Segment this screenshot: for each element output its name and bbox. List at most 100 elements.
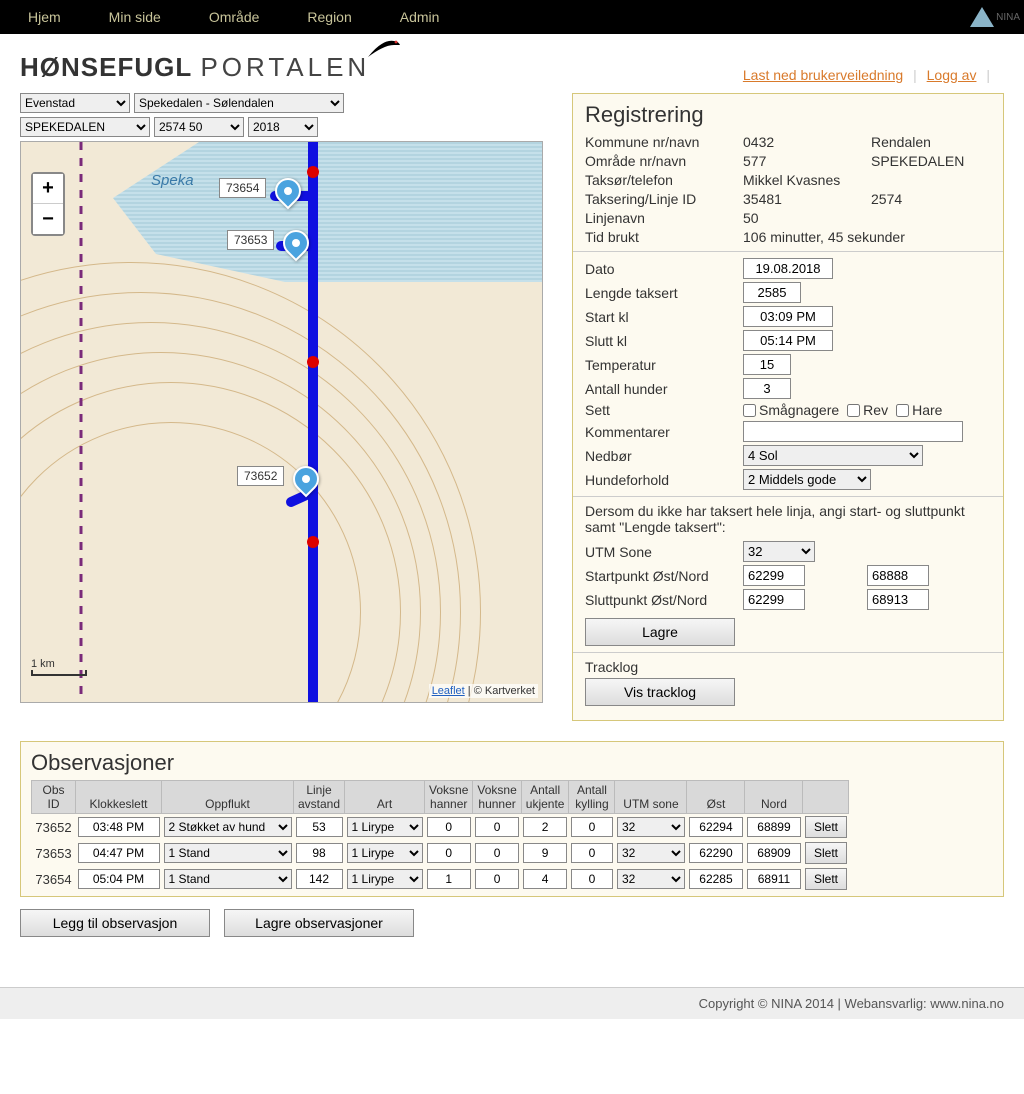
nav-minside[interactable]: Min side — [109, 9, 161, 25]
start-label: Start kl — [585, 309, 743, 325]
start-input[interactable] — [743, 306, 833, 327]
th-uk: Antall ukjente — [521, 781, 569, 814]
obs-nord-input[interactable] — [747, 817, 801, 837]
selector-area3[interactable]: SPEKEDALEN — [20, 117, 150, 137]
map-marker-73654[interactable]: 73654 — [275, 178, 301, 204]
obs-ost-input[interactable] — [689, 817, 743, 837]
obs-nord-input[interactable] — [747, 869, 801, 889]
lagre-button[interactable]: Lagre — [585, 618, 735, 646]
logout-link[interactable]: Logg av — [927, 67, 977, 83]
obs-ky-input[interactable] — [571, 869, 613, 889]
obs-time-input[interactable] — [78, 843, 160, 863]
th-ost: Øst — [687, 781, 745, 814]
map-selectors: Evenstad Spekedalen - Sølendalen — [20, 93, 560, 113]
linjenavn-label: Linjenavn — [585, 210, 743, 226]
obs-vh-input[interactable] — [427, 817, 471, 837]
obs-ost-input[interactable] — [689, 843, 743, 863]
obs-delete-button[interactable]: Slett — [805, 842, 847, 864]
nina-triangle-icon — [970, 7, 994, 27]
sett-smagnagere-checkbox[interactable] — [743, 404, 756, 417]
obs-art-select[interactable]: 1 Lirype — [347, 869, 423, 889]
obs-uk-input[interactable] — [523, 817, 567, 837]
marker-pin-icon — [288, 461, 325, 498]
obs-vhu-input[interactable] — [475, 817, 519, 837]
dato-input[interactable] — [743, 258, 833, 279]
startp-east-input[interactable] — [743, 565, 805, 586]
th-nord: Nord — [745, 781, 803, 814]
map-marker-73652[interactable]: 73652 — [293, 466, 319, 492]
obs-time-input[interactable] — [78, 817, 160, 837]
hunde-label: Hundeforhold — [585, 472, 743, 488]
hunder-input[interactable] — [743, 378, 791, 399]
selector-line[interactable]: 2574 50 — [154, 117, 244, 137]
nav-region[interactable]: Region — [307, 9, 351, 25]
map-scale: 1 km — [31, 658, 87, 676]
obs-oppflukt-select[interactable]: 1 Stand — [164, 843, 292, 863]
temp-label: Temperatur — [585, 357, 743, 373]
startp-north-input[interactable] — [867, 565, 929, 586]
obs-vhu-input[interactable] — [475, 869, 519, 889]
obs-avstand-input[interactable] — [296, 843, 343, 863]
obs-art-select[interactable]: 1 Lirype — [347, 817, 423, 837]
th-utm: UTM sone — [615, 781, 687, 814]
zoom-out-button[interactable]: − — [33, 204, 63, 234]
scale-text: 1 km — [31, 658, 55, 670]
dato-label: Dato — [585, 261, 743, 277]
taksering-id: 35481 — [743, 191, 871, 207]
leaflet-link[interactable]: Leaflet — [432, 685, 465, 697]
sett-hare-checkbox[interactable] — [896, 404, 909, 417]
add-observation-button[interactable]: Legg til observasjon — [20, 909, 210, 937]
header-links: Last ned brukerveiledning | Logg av | — [743, 67, 996, 83]
obs-time-input[interactable] — [78, 869, 160, 889]
vis-tracklog-button[interactable]: Vis tracklog — [585, 678, 735, 706]
obs-oppflukt-select[interactable]: 2 Støkket av hund — [164, 817, 292, 837]
selector-year[interactable]: 2018 — [248, 117, 318, 137]
sluttp-north-input[interactable] — [867, 589, 929, 610]
download-guide-link[interactable]: Last ned brukerveiledning — [743, 67, 903, 83]
obs-ky-input[interactable] — [571, 843, 613, 863]
obs-id: 73653 — [32, 840, 76, 866]
table-row: 73653 1 Stand 1 Lirype 32 Slett — [32, 840, 849, 866]
save-observations-button[interactable]: Lagre observasjoner — [224, 909, 414, 937]
obs-avstand-input[interactable] — [296, 869, 343, 889]
komm-input[interactable] — [743, 421, 963, 442]
sett-rev-checkbox[interactable] — [847, 404, 860, 417]
obs-uk-input[interactable] — [523, 869, 567, 889]
map-marker-73653[interactable]: 73653 — [283, 230, 309, 256]
th-vhu: Voksne hunner — [473, 781, 521, 814]
obs-oppflukt-select[interactable]: 1 Stand — [164, 869, 292, 889]
obs-vh-input[interactable] — [427, 843, 471, 863]
obs-nord-input[interactable] — [747, 843, 801, 863]
obs-uk-input[interactable] — [523, 843, 567, 863]
nav-omrade[interactable]: Område — [209, 9, 260, 25]
obs-avstand-input[interactable] — [296, 817, 343, 837]
observations-buttons: Legg til observasjon Lagre observasjoner — [20, 909, 1004, 937]
obs-ky-input[interactable] — [571, 817, 613, 837]
th-vh: Voksne hanner — [425, 781, 473, 814]
obs-utm-select[interactable]: 32 — [617, 817, 685, 837]
hunde-select[interactable]: 2 Middels gode — [743, 469, 871, 490]
zoom-in-button[interactable]: + — [33, 174, 63, 204]
temp-input[interactable] — [743, 354, 791, 375]
nedbor-select[interactable]: 4 Sol — [743, 445, 923, 466]
selector-area1[interactable]: Evenstad — [20, 93, 130, 113]
obs-art-select[interactable]: 1 Lirype — [347, 843, 423, 863]
obs-delete-button[interactable]: Slett — [805, 816, 847, 838]
utm-select[interactable]: 32 — [743, 541, 815, 562]
slutt-input[interactable] — [743, 330, 833, 351]
nav-hjem[interactable]: Hjem — [28, 9, 61, 25]
utm-label: UTM Sone — [585, 544, 743, 560]
obs-vhu-input[interactable] — [475, 843, 519, 863]
map[interactable]: Speka — [20, 141, 543, 703]
obs-utm-select[interactable]: 32 — [617, 843, 685, 863]
obs-vh-input[interactable] — [427, 869, 471, 889]
sluttp-east-input[interactable] — [743, 589, 805, 610]
linje-id: 2574 — [871, 191, 902, 207]
lengde-input[interactable] — [743, 282, 801, 303]
obs-utm-select[interactable]: 32 — [617, 869, 685, 889]
obs-delete-button[interactable]: Slett — [805, 868, 847, 890]
obs-id: 73652 — [32, 814, 76, 841]
selector-area2[interactable]: Spekedalen - Sølendalen — [134, 93, 344, 113]
obs-ost-input[interactable] — [689, 869, 743, 889]
nav-admin[interactable]: Admin — [400, 9, 440, 25]
